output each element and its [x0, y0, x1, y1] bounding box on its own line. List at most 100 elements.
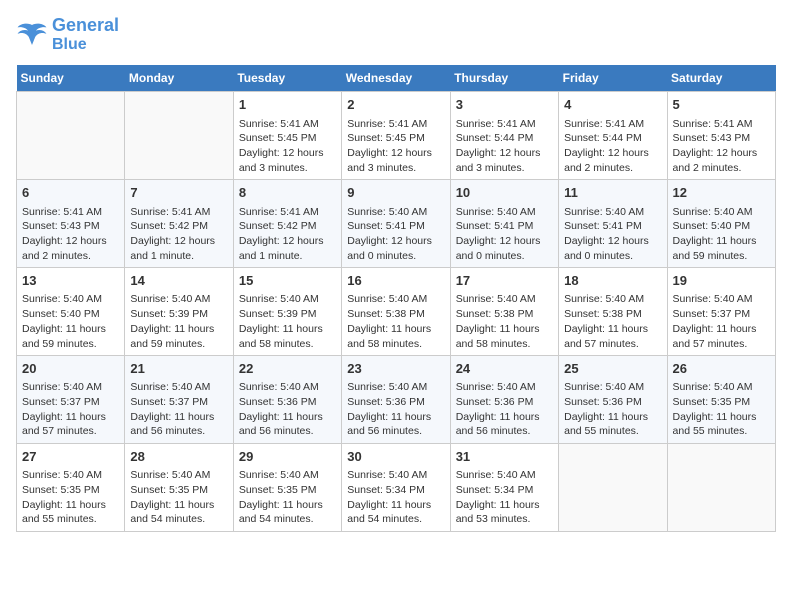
day-number: 4 — [564, 96, 661, 114]
calendar-cell: 9 Sunrise: 5:40 AM Sunset: 5:41 PM Daylig… — [342, 180, 450, 268]
day-header-monday: Monday — [125, 65, 233, 92]
calendar-cell: 21 Sunrise: 5:40 AM Sunset: 5:37 PM Dayli… — [125, 356, 233, 444]
calendar-cell: 14 Sunrise: 5:40 AM Sunset: 5:39 PM Dayli… — [125, 268, 233, 356]
day-info: Sunrise: 5:40 AM Sunset: 5:40 PM Dayligh… — [673, 205, 770, 264]
day-info: Sunrise: 5:41 AM Sunset: 5:43 PM Dayligh… — [22, 205, 119, 264]
day-info: Sunrise: 5:41 AM Sunset: 5:42 PM Dayligh… — [130, 205, 227, 264]
day-number: 13 — [22, 272, 119, 290]
day-info: Sunrise: 5:40 AM Sunset: 5:39 PM Dayligh… — [239, 292, 336, 351]
day-info: Sunrise: 5:40 AM Sunset: 5:35 PM Dayligh… — [239, 468, 336, 527]
day-info: Sunrise: 5:40 AM Sunset: 5:38 PM Dayligh… — [456, 292, 553, 351]
calendar-cell: 8 Sunrise: 5:41 AM Sunset: 5:42 PM Daylig… — [233, 180, 341, 268]
day-number: 25 — [564, 360, 661, 378]
day-number: 10 — [456, 184, 553, 202]
calendar-cell: 26Sunrise: 5:40 AM Sunset: 5:35 PM Dayli… — [667, 356, 775, 444]
day-number: 2 — [347, 96, 444, 114]
day-number: 23 — [347, 360, 444, 378]
logo-icon — [16, 21, 48, 49]
calendar-cell: 18 Sunrise: 5:40 AM Sunset: 5:38 PM Dayli… — [559, 268, 667, 356]
calendar-cell — [125, 92, 233, 180]
calendar-week-row: 6 Sunrise: 5:41 AM Sunset: 5:43 PM Daylig… — [17, 180, 776, 268]
day-number: 20 — [22, 360, 119, 378]
calendar-cell: 29 Sunrise: 5:40 AM Sunset: 5:35 PM Dayli… — [233, 444, 341, 532]
calendar-cell: 30Sunrise: 5:40 AM Sunset: 5:34 PM Dayli… — [342, 444, 450, 532]
day-number: 6 — [22, 184, 119, 202]
calendar-cell: 10 Sunrise: 5:40 AM Sunset: 5:41 PM Dayli… — [450, 180, 558, 268]
day-info: Sunrise: 5:41 AM Sunset: 5:42 PM Dayligh… — [239, 205, 336, 264]
calendar-week-row: 13 Sunrise: 5:40 AM Sunset: 5:40 PM Dayli… — [17, 268, 776, 356]
calendar-cell: 2 Sunrise: 5:41 AM Sunset: 5:45 PM Daylig… — [342, 92, 450, 180]
day-header-tuesday: Tuesday — [233, 65, 341, 92]
calendar-cell — [17, 92, 125, 180]
day-number: 1 — [239, 96, 336, 114]
day-number: 11 — [564, 184, 661, 202]
calendar-cell: 13 Sunrise: 5:40 AM Sunset: 5:40 PM Dayli… — [17, 268, 125, 356]
day-header-friday: Friday — [559, 65, 667, 92]
day-info: Sunrise: 5:40 AM Sunset: 5:34 PM Dayligh… — [456, 468, 553, 527]
day-number: 16 — [347, 272, 444, 290]
calendar-cell: 19 Sunrise: 5:40 AM Sunset: 5:37 PM Dayli… — [667, 268, 775, 356]
day-info: Sunrise: 5:40 AM Sunset: 5:38 PM Dayligh… — [347, 292, 444, 351]
day-header-sunday: Sunday — [17, 65, 125, 92]
day-info: Sunrise: 5:40 AM Sunset: 5:36 PM Dayligh… — [239, 380, 336, 439]
calendar-table: SundayMondayTuesdayWednesdayThursdayFrid… — [16, 65, 776, 532]
day-number: 27 — [22, 448, 119, 466]
day-number: 5 — [673, 96, 770, 114]
calendar-week-row: 27 Sunrise: 5:40 AM Sunset: 5:35 PM Dayli… — [17, 444, 776, 532]
day-info: Sunrise: 5:40 AM Sunset: 5:40 PM Dayligh… — [22, 292, 119, 351]
day-header-wednesday: Wednesday — [342, 65, 450, 92]
day-number: 29 — [239, 448, 336, 466]
day-info: Sunrise: 5:40 AM Sunset: 5:35 PM Dayligh… — [673, 380, 770, 439]
day-info: Sunrise: 5:40 AM Sunset: 5:41 PM Dayligh… — [564, 205, 661, 264]
day-info: Sunrise: 5:40 AM Sunset: 5:37 PM Dayligh… — [22, 380, 119, 439]
calendar-cell: 15 Sunrise: 5:40 AM Sunset: 5:39 PM Dayli… — [233, 268, 341, 356]
day-number: 21 — [130, 360, 227, 378]
calendar-cell: 11 Sunrise: 5:40 AM Sunset: 5:41 PM Dayli… — [559, 180, 667, 268]
calendar-cell: 27 Sunrise: 5:40 AM Sunset: 5:35 PM Dayli… — [17, 444, 125, 532]
day-info: Sunrise: 5:40 AM Sunset: 5:38 PM Dayligh… — [564, 292, 661, 351]
day-number: 14 — [130, 272, 227, 290]
calendar-cell: 24Sunrise: 5:40 AM Sunset: 5:36 PM Dayli… — [450, 356, 558, 444]
day-header-thursday: Thursday — [450, 65, 558, 92]
day-info: Sunrise: 5:40 AM Sunset: 5:35 PM Dayligh… — [130, 468, 227, 527]
calendar-cell: 31Sunrise: 5:40 AM Sunset: 5:34 PM Dayli… — [450, 444, 558, 532]
logo-text: General Blue — [52, 16, 119, 53]
logo: General Blue — [16, 16, 119, 53]
day-info: Sunrise: 5:40 AM Sunset: 5:41 PM Dayligh… — [456, 205, 553, 264]
day-info: Sunrise: 5:41 AM Sunset: 5:44 PM Dayligh… — [564, 117, 661, 176]
day-info: Sunrise: 5:40 AM Sunset: 5:37 PM Dayligh… — [130, 380, 227, 439]
calendar-cell: 23 Sunrise: 5:40 AM Sunset: 5:36 PM Dayli… — [342, 356, 450, 444]
day-number: 17 — [456, 272, 553, 290]
calendar-cell: 22 Sunrise: 5:40 AM Sunset: 5:36 PM Dayli… — [233, 356, 341, 444]
calendar-cell: 4 Sunrise: 5:41 AM Sunset: 5:44 PM Daylig… — [559, 92, 667, 180]
calendar-cell — [559, 444, 667, 532]
day-number: 9 — [347, 184, 444, 202]
day-info: Sunrise: 5:40 AM Sunset: 5:36 PM Dayligh… — [564, 380, 661, 439]
day-number: 18 — [564, 272, 661, 290]
calendar-cell: 20 Sunrise: 5:40 AM Sunset: 5:37 PM Dayli… — [17, 356, 125, 444]
calendar-cell: 6 Sunrise: 5:41 AM Sunset: 5:43 PM Daylig… — [17, 180, 125, 268]
calendar-week-row: 1 Sunrise: 5:41 AM Sunset: 5:45 PM Daylig… — [17, 92, 776, 180]
day-number: 22 — [239, 360, 336, 378]
day-info: Sunrise: 5:41 AM Sunset: 5:45 PM Dayligh… — [347, 117, 444, 176]
calendar-header-row: SundayMondayTuesdayWednesdayThursdayFrid… — [17, 65, 776, 92]
day-info: Sunrise: 5:40 AM Sunset: 5:35 PM Dayligh… — [22, 468, 119, 527]
page-header: General Blue — [16, 16, 776, 53]
day-number: 12 — [673, 184, 770, 202]
calendar-cell: 25 Sunrise: 5:40 AM Sunset: 5:36 PM Dayli… — [559, 356, 667, 444]
day-info: Sunrise: 5:40 AM Sunset: 5:41 PM Dayligh… — [347, 205, 444, 264]
calendar-cell — [667, 444, 775, 532]
day-info: Sunrise: 5:40 AM Sunset: 5:39 PM Dayligh… — [130, 292, 227, 351]
day-info: Sunrise: 5:40 AM Sunset: 5:36 PM Dayligh… — [347, 380, 444, 439]
calendar-cell: 7Sunrise: 5:41 AM Sunset: 5:42 PM Daylig… — [125, 180, 233, 268]
day-info: Sunrise: 5:41 AM Sunset: 5:45 PM Dayligh… — [239, 117, 336, 176]
calendar-week-row: 20 Sunrise: 5:40 AM Sunset: 5:37 PM Dayli… — [17, 356, 776, 444]
day-info: Sunrise: 5:41 AM Sunset: 5:43 PM Dayligh… — [673, 117, 770, 176]
day-number: 19 — [673, 272, 770, 290]
day-info: Sunrise: 5:40 AM Sunset: 5:34 PM Dayligh… — [347, 468, 444, 527]
day-info: Sunrise: 5:40 AM Sunset: 5:37 PM Dayligh… — [673, 292, 770, 351]
day-number: 24 — [456, 360, 553, 378]
calendar-cell: 17 Sunrise: 5:40 AM Sunset: 5:38 PM Dayli… — [450, 268, 558, 356]
day-number: 15 — [239, 272, 336, 290]
day-number: 8 — [239, 184, 336, 202]
